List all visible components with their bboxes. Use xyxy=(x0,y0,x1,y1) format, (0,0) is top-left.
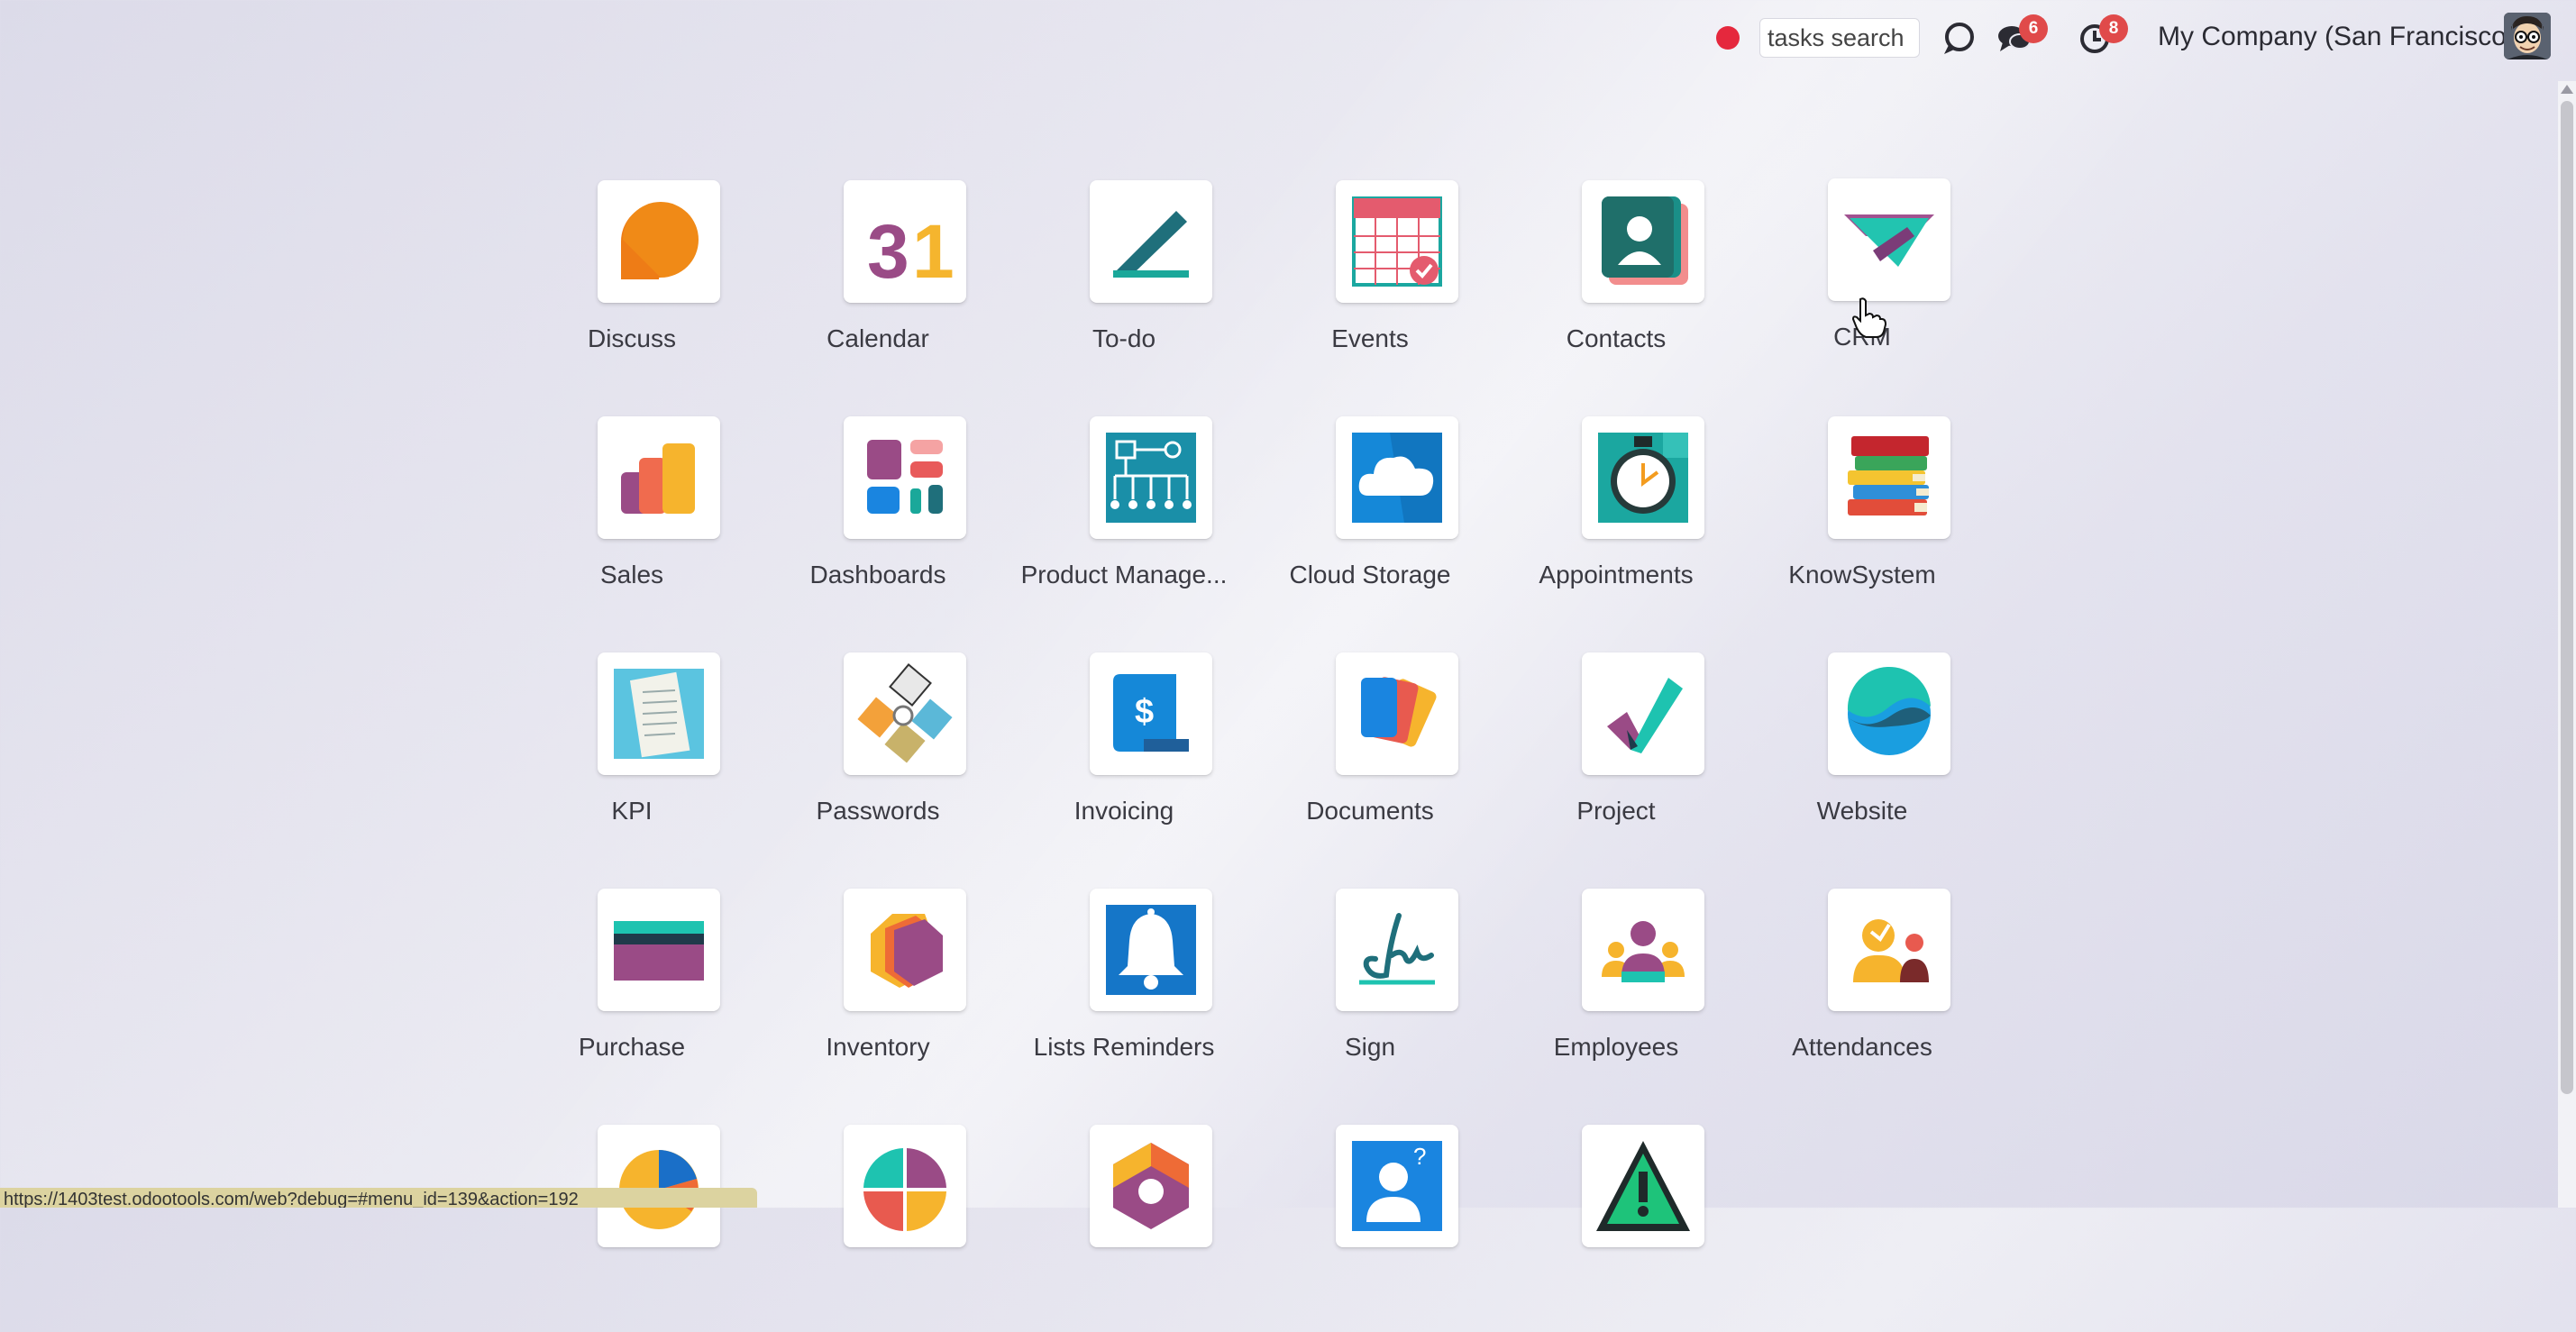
sales-icon[interactable] xyxy=(598,416,720,539)
app-label: Website xyxy=(1816,797,1908,825)
app-sign[interactable]: Sign xyxy=(1248,889,1492,1096)
project-icon[interactable] xyxy=(1582,652,1704,775)
app-todo[interactable]: To-do xyxy=(1002,180,1246,388)
app-appointments[interactable]: Appointments xyxy=(1494,416,1738,624)
inventory-icon[interactable] xyxy=(844,889,966,1011)
svg-text:1: 1 xyxy=(912,209,955,294)
documents-icon[interactable] xyxy=(1336,652,1458,775)
voip-phone-icon[interactable] xyxy=(1940,20,1978,58)
app-sales[interactable]: Sales xyxy=(510,416,754,624)
app-purchase[interactable]: Purchase xyxy=(510,889,754,1096)
crm-icon[interactable] xyxy=(1828,178,1950,301)
user-avatar[interactable] xyxy=(2504,13,2551,59)
events-icon[interactable] xyxy=(1336,180,1458,303)
hexagon-icon[interactable] xyxy=(1090,1125,1212,1247)
app-dashboards[interactable]: Dashboards xyxy=(756,416,1000,624)
activities-clock-icon[interactable]: 8 xyxy=(2076,14,2128,58)
cloud-storage-icon[interactable] xyxy=(1336,416,1458,539)
app-product-management[interactable]: Product Manage... xyxy=(1002,416,1246,624)
app-invoicing[interactable]: $ Invoicing xyxy=(1002,652,1246,860)
app-label: KnowSystem xyxy=(1788,561,1936,588)
purchase-icon[interactable] xyxy=(598,889,720,1011)
app-documents[interactable]: Documents xyxy=(1248,652,1492,860)
app-contacts[interactable]: Contacts xyxy=(1494,180,1738,388)
app-cloud-storage[interactable]: Cloud Storage xyxy=(1248,416,1492,624)
mouse-cursor-icon xyxy=(1851,296,1887,341)
todo-icon[interactable] xyxy=(1090,180,1212,303)
knowsystem-icon[interactable] xyxy=(1828,416,1950,539)
app-partial-1[interactable] xyxy=(510,1125,754,1332)
svg-text:$: $ xyxy=(1135,693,1154,731)
app-partial-5[interactable] xyxy=(1494,1125,1738,1332)
chart-pie-icon[interactable] xyxy=(598,1125,720,1247)
app-partial-2[interactable] xyxy=(756,1125,1000,1332)
scrollbar-thumb[interactable] xyxy=(2561,101,2573,1094)
warning-icon[interactable] xyxy=(1582,1125,1704,1247)
scroll-up-arrow-icon[interactable] xyxy=(2561,85,2573,94)
employees-icon[interactable] xyxy=(1582,889,1704,1011)
product-management-icon[interactable] xyxy=(1090,416,1212,539)
company-switcher[interactable]: My Company (San Francisco) xyxy=(2158,22,2516,52)
activities-count-badge: 8 xyxy=(2099,14,2128,43)
dashboards-icon[interactable] xyxy=(844,416,966,539)
app-passwords[interactable]: Passwords xyxy=(756,652,1000,860)
lists-reminders-icon[interactable] xyxy=(1090,889,1212,1011)
app-discuss[interactable]: Discuss xyxy=(510,180,754,388)
sign-icon[interactable] xyxy=(1336,889,1458,1011)
kpi-icon[interactable] xyxy=(598,652,720,775)
app-attendances[interactable]: Attendances xyxy=(1740,889,1984,1096)
svg-text:?: ? xyxy=(1413,1143,1426,1170)
contacts-icon[interactable] xyxy=(1582,180,1704,303)
circle-segments-icon[interactable] xyxy=(844,1125,966,1247)
app-calendar[interactable]: 31 Calendar xyxy=(756,180,1000,388)
invoicing-icon[interactable]: $ xyxy=(1090,652,1212,775)
app-partial-4[interactable]: ? xyxy=(1248,1125,1492,1332)
helpdesk-user-icon[interactable]: ? xyxy=(1336,1125,1458,1247)
appointments-icon[interactable] xyxy=(1582,416,1704,539)
app-employees[interactable]: Employees xyxy=(1494,889,1738,1096)
app-inventory[interactable]: Inventory xyxy=(756,889,1000,1096)
svg-text:3: 3 xyxy=(867,209,909,294)
app-kpi[interactable]: KPI xyxy=(510,652,754,860)
passwords-icon[interactable] xyxy=(844,652,966,775)
messages-count-badge: 6 xyxy=(2019,14,2048,43)
app-knowsystem[interactable]: KnowSystem xyxy=(1740,416,1984,624)
attendances-icon[interactable] xyxy=(1828,889,1950,1011)
recording-indicator-icon[interactable] xyxy=(1716,26,1740,50)
app-label: Attendances xyxy=(1792,1033,1932,1061)
calendar-icon[interactable]: 31 xyxy=(844,180,966,303)
app-website[interactable]: Website xyxy=(1740,652,1984,860)
app-events[interactable]: Events xyxy=(1248,180,1492,388)
app-project[interactable]: Project xyxy=(1494,652,1738,860)
discuss-icon[interactable] xyxy=(598,180,720,303)
website-icon[interactable] xyxy=(1828,652,1950,775)
app-crm[interactable]: CRM xyxy=(1740,178,1984,386)
app-partial-3[interactable] xyxy=(1002,1125,1246,1332)
messages-icon[interactable]: 6 xyxy=(1996,14,2048,58)
search-input[interactable] xyxy=(1759,18,1920,58)
status-bar-url: https://1403test.odootools.com/web?debug… xyxy=(0,1188,757,1208)
app-lists-reminders[interactable]: Lists Reminders xyxy=(1002,889,1246,1096)
